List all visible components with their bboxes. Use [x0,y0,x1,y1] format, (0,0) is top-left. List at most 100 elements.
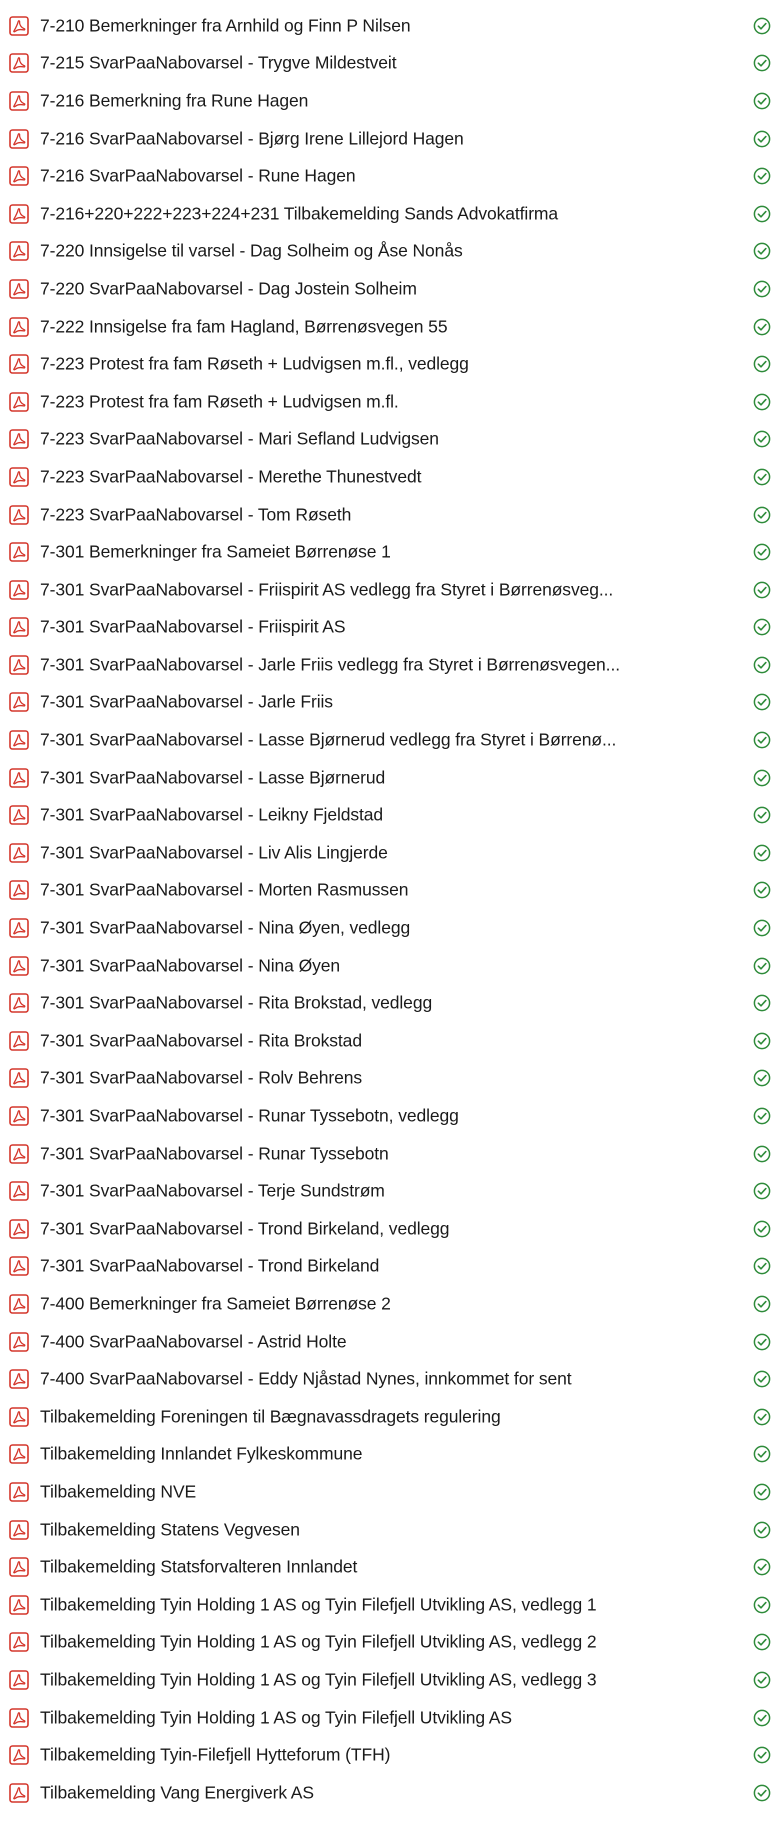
file-row-3[interactable]: 7-216 Bemerkning fra Rune Hagen [0,82,781,120]
file-name: 7-301 SvarPaaNabovarsel - Terje Sundstrø… [40,1180,385,1201]
file-row-32[interactable]: 7-301 SvarPaaNabovarsel - Terje Sundstrø… [0,1172,781,1210]
file-row-6[interactable]: 7-216+220+222+223+224+231 Tilbakemelding… [0,195,781,233]
file-row-25[interactable]: 7-301 SvarPaaNabovarsel - Nina Øyen, ved… [0,909,781,947]
available-status-check-icon [753,806,771,824]
file-row-13[interactable]: 7-223 SvarPaaNabovarsel - Merethe Thunes… [0,458,781,496]
file-row-20[interactable]: 7-301 SvarPaaNabovarsel - Lasse Bjørneru… [0,721,781,759]
file-row-10[interactable]: 7-223 Protest fra fam Røseth + Ludvigsen… [0,345,781,383]
file-name: 7-301 SvarPaaNabovarsel - Jarle Friis [40,691,333,712]
file-row-7[interactable]: 7-220 Innsigelse til varsel - Dag Solhei… [0,233,781,271]
file-row-35[interactable]: 7-400 Bemerkninger fra Sameiet Børrenøse… [0,1285,781,1323]
file-row-8[interactable]: 7-220 SvarPaaNabovarsel - Dag Jostein So… [0,270,781,308]
file-row-39[interactable]: Tilbakemelding Innlandet Fylkeskommune [0,1436,781,1474]
pdf-file-icon [9,316,29,337]
pdf-file-icon [9,1745,29,1765]
available-status-check-icon [753,1295,771,1313]
file-row-36[interactable]: 7-400 SvarPaaNabovarsel - Astrid Holte [0,1323,781,1361]
file-name: 7-301 SvarPaaNabovarsel - Nina Øyen, ved… [40,917,411,938]
file-name: 7-223 SvarPaaNabovarsel - Merethe Thunes… [40,466,422,487]
file-name: Tilbakemelding Tyin Holding 1 AS og Tyin… [40,1631,597,1652]
file-name: 7-301 SvarPaaNabovarsel - Leikny Fjeldst… [40,804,384,825]
file-row-23[interactable]: 7-301 SvarPaaNabovarsel - Liv Alis Lingj… [0,834,781,872]
file-row-4[interactable]: 7-216 SvarPaaNabovarsel - Bjørg Irene Li… [0,120,781,158]
file-row-5[interactable]: 7-216 SvarPaaNabovarsel - Rune Hagen [0,157,781,195]
file-row-22[interactable]: 7-301 SvarPaaNabovarsel - Leikny Fjeldst… [0,796,781,834]
file-name: 7-301 SvarPaaNabovarsel - Friispirit AS [40,616,346,637]
file-row-19[interactable]: 7-301 SvarPaaNabovarsel - Jarle Friis [0,684,781,722]
file-name: 7-301 Bemerkninger fra Sameiet Børrenøse… [40,541,391,562]
pdf-file-icon [9,504,29,525]
pdf-file-icon [9,655,29,675]
file-row-45[interactable]: Tilbakemelding Tyin Holding 1 AS og Tyin… [0,1661,781,1699]
file-row-33[interactable]: 7-301 SvarPaaNabovarsel - Trond Birkelan… [0,1210,781,1248]
file-name: 7-301 SvarPaaNabovarsel - Runar Tyssebot… [40,1143,389,1164]
available-status-check-icon [753,919,771,937]
file-name: 7-400 SvarPaaNabovarsel - Astrid Holte [40,1331,347,1352]
available-status-check-icon [753,1446,771,1463]
file-row-24[interactable]: 7-301 SvarPaaNabovarsel - Morten Rasmuss… [0,872,781,910]
pdf-file-icon [9,15,29,36]
file-row-41[interactable]: Tilbakemelding Statens Vegvesen [0,1511,781,1549]
file-name: 7-301 SvarPaaNabovarsel - Lasse Bjørneru… [40,767,386,788]
file-row-46[interactable]: Tilbakemelding Tyin Holding 1 AS og Tyin… [0,1699,781,1737]
file-row-18[interactable]: 7-301 SvarPaaNabovarsel - Jarle Friis ve… [0,646,781,684]
file-name: 7-301 SvarPaaNabovarsel - Trond Birkelan… [40,1218,450,1239]
pdf-file-icon [9,1632,29,1653]
file-row-29[interactable]: 7-301 SvarPaaNabovarsel - Rolv Behrens [0,1060,781,1098]
file-name: 7-301 SvarPaaNabovarsel - Liv Alis Lingj… [40,842,388,863]
file-row-27[interactable]: 7-301 SvarPaaNabovarsel - Rita Brokstad,… [0,984,781,1022]
file-row-30[interactable]: 7-301 SvarPaaNabovarsel - Runar Tyssebot… [0,1097,781,1135]
available-status-check-icon [753,17,771,35]
file-row-9[interactable]: 7-222 Innsigelse fra fam Hagland, Børren… [0,308,781,346]
pdf-file-icon [9,918,29,938]
available-status-check-icon [753,882,771,899]
file-row-15[interactable]: 7-301 Bemerkninger fra Sameiet Børrenøse… [0,533,781,571]
pdf-file-icon [9,1406,29,1427]
available-status-check-icon [753,167,771,185]
pdf-file-icon [9,1256,29,1277]
file-row-16[interactable]: 7-301 SvarPaaNabovarsel - Friispirit AS … [0,571,781,609]
pdf-file-icon [9,91,29,111]
pdf-file-icon [9,1670,29,1690]
available-status-check-icon [753,205,771,223]
pdf-file-icon [9,1331,29,1352]
file-row-14[interactable]: 7-223 SvarPaaNabovarsel - Tom Røseth [0,496,781,534]
file-name: Tilbakemelding Foreningen til Bægnavassd… [40,1406,501,1427]
file-row-37[interactable]: 7-400 SvarPaaNabovarsel - Eddy Njåstad N… [0,1360,781,1398]
file-row-48[interactable]: Tilbakemelding Vang Energiverk AS [0,1774,781,1812]
file-row-31[interactable]: 7-301 SvarPaaNabovarsel - Runar Tyssebot… [0,1135,781,1173]
file-row-43[interactable]: Tilbakemelding Tyin Holding 1 AS og Tyin… [0,1586,781,1624]
pdf-file-icon [9,1106,29,1126]
pdf-file-icon [9,1031,29,1051]
available-status-check-icon [753,1558,771,1576]
file-row-21[interactable]: 7-301 SvarPaaNabovarsel - Lasse Bjørneru… [0,759,781,797]
file-row-28[interactable]: 7-301 SvarPaaNabovarsel - Rita Brokstad [0,1022,781,1060]
file-row-47[interactable]: Tilbakemelding Tyin-Filefjell Hytteforum… [0,1736,781,1774]
pdf-file-icon [9,955,29,976]
file-row-38[interactable]: Tilbakemelding Foreningen til Bægnavassd… [0,1398,781,1436]
available-status-check-icon [753,1032,771,1050]
file-row-1[interactable]: 7-210 Bemerkninger fra Arnhild og Finn P… [0,7,781,45]
file-row-17[interactable]: 7-301 SvarPaaNabovarsel - Friispirit AS [0,609,781,647]
file-name: 7-222 Innsigelse fra fam Hagland, Børren… [40,316,448,337]
file-row-40[interactable]: Tilbakemelding NVE [0,1473,781,1511]
available-status-check-icon [753,844,771,862]
pdf-file-icon [9,542,29,562]
file-name: Tilbakemelding NVE [40,1481,197,1502]
file-row-12[interactable]: 7-223 SvarPaaNabovarsel - Mari Sefland L… [0,421,781,459]
available-status-check-icon [753,1633,771,1651]
available-status-check-icon [753,393,771,411]
file-row-42[interactable]: Tilbakemelding Statsforvalteren Innlande… [0,1548,781,1586]
file-row-26[interactable]: 7-301 SvarPaaNabovarsel - Nina Øyen [0,947,781,985]
file-row-44[interactable]: Tilbakemelding Tyin Holding 1 AS og Tyin… [0,1624,781,1662]
file-row-34[interactable]: 7-301 SvarPaaNabovarsel - Trond Birkelan… [0,1248,781,1286]
file-name: 7-216+220+222+223+224+231 Tilbakemelding… [40,203,559,224]
file-row-2[interactable]: 7-215 SvarPaaNabovarsel - Trygve Mildest… [0,45,781,83]
file-row-11[interactable]: 7-223 Protest fra fam Røseth + Ludvigsen… [0,383,781,421]
file-name: 7-400 SvarPaaNabovarsel - Eddy Njåstad N… [40,1368,572,1389]
pdf-file-icon [9,1707,29,1728]
available-status-check-icon [753,1671,771,1689]
available-status-check-icon [753,1333,771,1350]
file-name: 7-301 SvarPaaNabovarsel - Rolv Behrens [40,1067,363,1088]
file-name: Tilbakemelding Vang Energiverk AS [40,1782,314,1803]
